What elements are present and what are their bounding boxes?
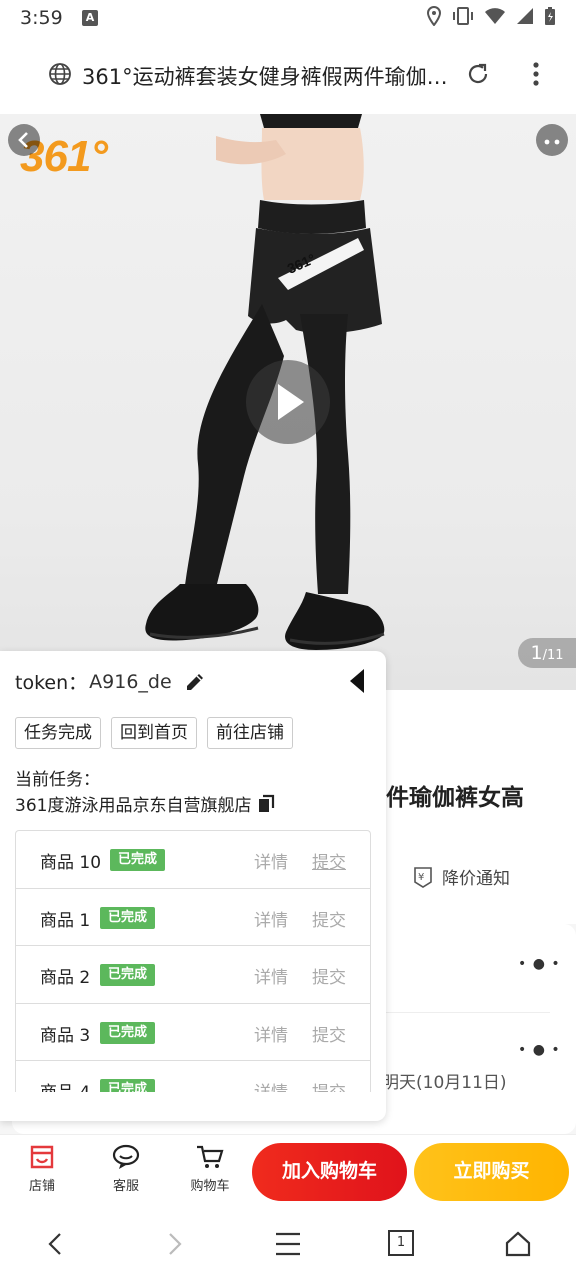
shop-label: 店铺 <box>28 1179 55 1194</box>
page-title[interactable]: 361°运动裤套装女健身裤假两件瑜伽裤女高 <box>82 61 448 91</box>
task-name: 商品 10 <box>40 853 102 873</box>
service-label: 客服 <box>112 1179 139 1194</box>
copy-icon[interactable] <box>257 794 277 814</box>
bottom-action-bar: 店铺 客服 购物车 加入购物车 立即购买 <box>0 1134 576 1210</box>
status-icons <box>426 6 556 26</box>
task-name: 商品 3 <box>40 1025 91 1046</box>
task-row: 商品 10 已完成 详情 提交 <box>16 831 370 889</box>
play-icon <box>278 384 304 420</box>
back-button[interactable] <box>8 124 40 156</box>
cart-label: 购物车 <box>190 1179 230 1194</box>
price-notice-label: 降价通知 <box>442 869 510 889</box>
status-badge: 已完成 <box>100 964 156 986</box>
wifi-icon <box>485 8 505 24</box>
task-submit-link[interactable]: 提交 <box>312 848 346 873</box>
go-to-shop-button[interactable]: 前往店铺 <box>207 717 293 749</box>
status-badge: 已完成 <box>100 1079 156 1092</box>
buy-now-button[interactable]: 立即购买 <box>414 1143 569 1201</box>
menu-icon[interactable] <box>274 1230 302 1258</box>
task-panel: token： A916_de 任务完成 回到首页 前往店铺 当前任务： 361度… <box>0 651 386 1121</box>
back-arrow-icon[interactable] <box>42 1230 70 1258</box>
location-icon <box>426 6 442 26</box>
collapse-panel-icon[interactable] <box>348 667 368 695</box>
task-name: 商品 4 <box>40 1078 90 1092</box>
reload-icon[interactable] <box>464 60 492 88</box>
home-icon[interactable] <box>504 1230 532 1258</box>
status-badge: 已完成 <box>100 1021 156 1044</box>
shop-button[interactable]: 店铺 <box>12 1143 72 1194</box>
task-submit-link[interactable]: 提交 <box>312 906 346 931</box>
token-label: token： <box>15 672 88 694</box>
task-complete-button[interactable]: 任务完成 <box>15 717 101 749</box>
forward-arrow-icon[interactable] <box>160 1230 188 1258</box>
more-dots-icon[interactable]: • ● • <box>518 956 561 972</box>
tabs-button[interactable]: 1 <box>388 1230 414 1256</box>
task-row: 商品 4 已完成 详情 提交 <box>16 1061 370 1092</box>
browser-nav-bar: 1 <box>0 1210 576 1280</box>
token-value: A916_de <box>89 670 172 693</box>
panel-buttons: 任务完成 回到首页 前往店铺 <box>15 717 293 749</box>
task-name: 商品 1 <box>40 910 91 931</box>
price-notice-button[interactable]: ¥ 降价通知 <box>412 864 510 889</box>
task-list[interactable]: 商品 10 已完成 详情 提交 商品 1 已完成 详情 提交 商品 2 已完成 … <box>15 830 371 1092</box>
task-detail-link[interactable]: 详情 <box>254 1078 288 1092</box>
token-row: token： A916_de <box>15 668 206 695</box>
back-home-button[interactable]: 回到首页 <box>111 717 197 749</box>
status-badge: 已完成 <box>100 906 156 929</box>
image-counter: 1/11 <box>518 638 576 668</box>
status-time: 3:59 <box>20 7 63 29</box>
svg-text:¥: ¥ <box>418 872 424 883</box>
task-name: 商品 2 <box>40 968 91 988</box>
more-dots-icon[interactable]: • ● • <box>518 1042 561 1058</box>
task-detail-link[interactable]: 详情 <box>254 848 288 873</box>
service-button[interactable]: 客服 <box>96 1143 156 1194</box>
task-detail-link[interactable]: 详情 <box>254 906 288 931</box>
task-shop-name: 361度游泳用品京东自营旗舰店 <box>15 796 252 816</box>
add-to-cart-button[interactable]: 加入购物车 <box>252 1143 407 1201</box>
task-row: 商品 1 已完成 详情 提交 <box>16 889 370 946</box>
cart-icon <box>197 1145 224 1168</box>
task-submit-link[interactable]: 提交 <box>312 1078 346 1092</box>
status-badge: 已完成 <box>110 849 166 871</box>
signal-icon <box>517 8 533 24</box>
edit-pencil-icon[interactable] <box>184 671 206 693</box>
chevron-left-icon <box>18 132 28 148</box>
more-menu-icon[interactable] <box>526 60 546 88</box>
play-video-button[interactable] <box>246 360 330 444</box>
status-bar: 3:59 A <box>0 0 576 36</box>
shop-icon <box>30 1145 54 1169</box>
current-task-label: 当前任务： <box>15 770 100 790</box>
task-row: 商品 3 已完成 详情 提交 <box>16 1004 370 1061</box>
battery-icon <box>545 7 555 25</box>
task-submit-link[interactable]: 提交 <box>312 1021 346 1046</box>
vibrate-icon <box>453 7 473 25</box>
task-detail-link[interactable]: 详情 <box>254 963 288 988</box>
chat-bubble-icon <box>112 1144 140 1169</box>
globe-icon <box>49 63 71 85</box>
divider <box>386 1012 550 1013</box>
more-button[interactable] <box>536 124 568 156</box>
image-counter-current: 1 <box>530 642 543 664</box>
current-task-shop: 361度游泳用品京东自营旗舰店 <box>15 791 277 816</box>
price-tag-icon: ¥ <box>414 866 432 888</box>
address-bar: 361°运动裤套装女健身裤假两件瑜伽裤女高 <box>0 36 576 114</box>
notification-icon: A <box>82 10 98 26</box>
task-submit-link[interactable]: 提交 <box>312 963 346 988</box>
task-row: 商品 2 已完成 详情 提交 <box>16 946 370 1004</box>
product-image[interactable]: 361° 361° 1/11 <box>0 114 576 690</box>
product-name: 件瑜伽裤女高 <box>386 785 524 811</box>
more-dots-icon <box>544 139 560 145</box>
task-detail-link[interactable]: 详情 <box>254 1021 288 1046</box>
cart-button[interactable]: 购物车 <box>180 1143 240 1194</box>
image-counter-total: /11 <box>542 648 564 663</box>
delivery-date: 明天(10月11日) <box>382 1073 507 1093</box>
